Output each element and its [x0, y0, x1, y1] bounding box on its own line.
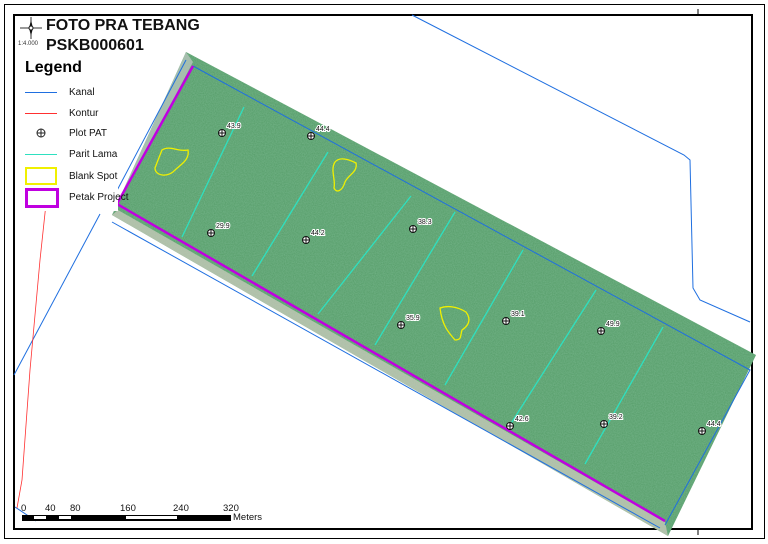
- crosshair-circle-symbol-icon: [25, 126, 57, 140]
- legend-label: Kontur: [69, 107, 99, 119]
- plot-pat-label: 43.9: [227, 123, 241, 130]
- legend-label: Petak Project: [69, 191, 129, 203]
- scalebar-tick-label: 240: [173, 503, 189, 514]
- aerial-photo: [112, 52, 756, 536]
- scalebar: [22, 515, 231, 521]
- plot-pat-label: 44.2: [311, 230, 325, 237]
- scalebar-unit: Meters: [233, 512, 263, 523]
- line-symbol-icon: [25, 85, 57, 99]
- legend-label: Plot PAT: [69, 127, 107, 139]
- box-symbol-icon: [25, 167, 57, 185]
- map-subtitle: PSKB000601: [46, 37, 144, 54]
- legend-item-blank-spot: Blank Spot: [25, 167, 118, 185]
- legend-item-petak-project: Petak Project: [25, 188, 129, 208]
- legend-item-parit-lama: Parit Lama: [25, 146, 117, 162]
- line-symbol-icon: [25, 147, 57, 161]
- plot-pat-label: 35.9: [406, 315, 420, 322]
- plot-pat-label: 29.9: [216, 223, 230, 230]
- legend-label: Parit Lama: [69, 148, 118, 160]
- box-symbol-icon: [25, 188, 59, 208]
- legend-label: Kanal: [69, 86, 95, 98]
- plot-pat-label: 42.6: [515, 416, 529, 423]
- legend-item-plot-pat: Plot PAT: [25, 125, 107, 141]
- scalebar-tick-label: 0: [21, 503, 27, 514]
- plot-pat-label: 44.4: [707, 421, 721, 428]
- scalebar-tick-label: 160: [120, 503, 136, 514]
- map-title: FOTO PRA TEBANG: [46, 17, 200, 34]
- scale-ratio: 1:4.000: [18, 41, 39, 47]
- legend-label: Blank Spot: [69, 170, 118, 182]
- north-arrow-icon: [20, 17, 42, 39]
- plot-pat-label: 49.9: [606, 321, 620, 328]
- kontur-line: [16, 184, 49, 509]
- plot-pat-label: 38.3: [418, 219, 432, 226]
- scalebar-tick-label: 40: [45, 503, 56, 514]
- scalebar-tick-label: 80: [70, 503, 81, 514]
- plot-pat-label: 44.4: [316, 126, 330, 133]
- plot-pat-label: 39.2: [609, 414, 623, 421]
- legend-title: Legend: [25, 59, 82, 76]
- legend-item-kontur: Kontur: [25, 105, 98, 121]
- line-symbol-icon: [25, 106, 57, 120]
- plot-pat-label: 39.1: [511, 311, 525, 318]
- legend-item-kanal: Kanal: [25, 84, 95, 100]
